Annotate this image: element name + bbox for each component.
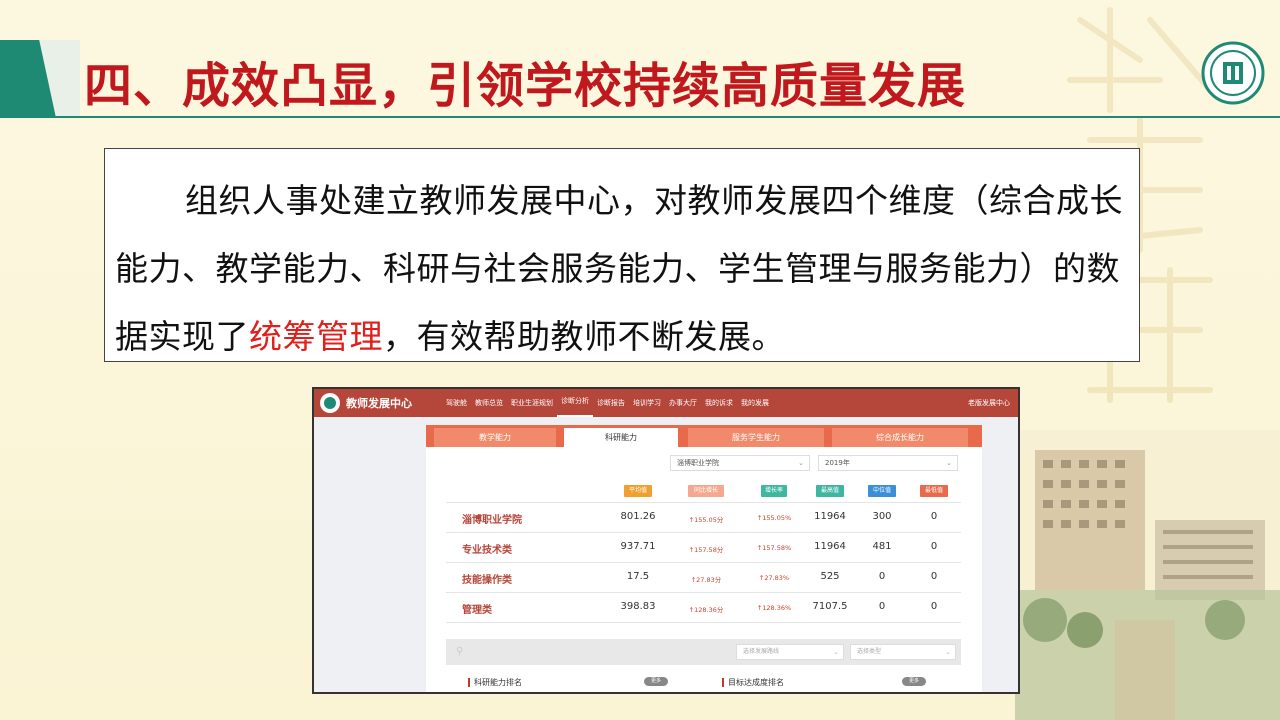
development-route-select[interactable]: 选择发展路线 ⌄ <box>736 644 844 660</box>
research-ranking-heading: 科研能力排名 <box>468 677 522 688</box>
cell-growth-rate: ↑157.58% <box>756 544 792 552</box>
app-brand[interactable]: 教师发展中心 <box>314 393 442 413</box>
cell-growth-rate: ↑128.36% <box>756 604 792 612</box>
paragraph-highlight: 统筹管理 <box>249 317 383 356</box>
summary-textbox: 组织人事处建立教师发展中心，对教师发展四个维度（综合成长能力、教学能力、科研与社… <box>104 148 1140 362</box>
row-name[interactable]: 技能操作类 <box>462 571 512 586</box>
chevron-down-icon: ⌄ <box>798 459 804 467</box>
cell-max: 525 <box>820 571 840 582</box>
year-select-value: 2019年 <box>825 459 850 467</box>
type-placeholder: 选择类型 <box>857 648 882 655</box>
app-topbar: 教师发展中心 驾驶舱 教师总览 职业生涯规划 诊断分析 诊断报告 培训学习 办事… <box>314 389 1018 417</box>
cell-max: 11964 <box>814 511 846 522</box>
embedded-screenshot: 教师发展中心 驾驶舱 教师总览 职业生涯规划 诊断分析 诊断报告 培训学习 办事… <box>312 387 1020 694</box>
cell-growth-rate: ↑27.83% <box>758 574 790 582</box>
ability-tabs: 教学能力 科研能力 服务学生能力 综合成长能力 <box>426 425 982 447</box>
header-median: 中位值 <box>868 485 896 497</box>
paragraph-text-after: ，有效帮助教师不断发展。 <box>383 317 785 356</box>
cell-average: 17.5 <box>626 571 650 582</box>
cell-average: 398.83 <box>620 601 656 612</box>
row-divider <box>446 562 961 563</box>
chevron-down-icon: ⌄ <box>833 648 839 656</box>
cell-yoy: ↑157.58分 <box>688 546 724 554</box>
row-divider <box>446 502 961 503</box>
app-nav: 驾驶舱 教师总览 职业生涯规划 诊断分析 诊断报告 培训学习 办事大厅 我的诉求… <box>442 389 773 417</box>
cell-median: 300 <box>872 511 892 522</box>
cell-average: 801.26 <box>620 511 656 522</box>
header-max: 最高值 <box>816 485 844 497</box>
cell-yoy: ↑155.05分 <box>688 516 724 524</box>
analysis-panel: 教学能力 科研能力 服务学生能力 综合成长能力 淄博职业学院 ⌄ 2019年 ⌄ 平… <box>426 425 982 692</box>
nav-item-career[interactable]: 职业生涯规划 <box>507 389 557 417</box>
slide-title: 四、成效凸显，引领学校持续高质量发展 <box>84 58 967 114</box>
nav-item-requests[interactable]: 我的诉求 <box>701 389 737 417</box>
nav-item-training[interactable]: 培训学习 <box>629 389 665 417</box>
cell-min: 0 <box>930 571 938 582</box>
cell-max: 7107.5 <box>812 601 848 612</box>
campus-photo <box>1015 430 1280 720</box>
cell-median: 481 <box>872 541 892 552</box>
cell-growth-rate: ↑155.05% <box>756 514 792 522</box>
row-name[interactable]: 专业技术类 <box>462 541 512 556</box>
row-divider <box>446 592 961 593</box>
chevron-down-icon: ⌄ <box>946 459 952 467</box>
nav-item-my-development[interactable]: 我的发展 <box>737 389 773 417</box>
header-divider <box>0 116 1280 118</box>
nav-item-cockpit[interactable]: 驾驶舱 <box>442 389 471 417</box>
app-brand-label: 教师发展中心 <box>346 397 412 410</box>
tab-student-service[interactable]: 服务学生能力 <box>688 428 824 447</box>
nav-item-report[interactable]: 诊断报告 <box>593 389 629 417</box>
more-button[interactable]: 更多 <box>902 677 926 686</box>
cell-median: 0 <box>878 571 886 582</box>
tab-teaching[interactable]: 教学能力 <box>434 428 556 447</box>
cell-yoy: ↑128.36分 <box>688 606 724 614</box>
school-logo <box>1201 41 1265 105</box>
school-select-value: 淄博职业学院 <box>677 459 719 467</box>
heading-bar <box>468 678 470 687</box>
header-average: 平均值 <box>624 485 652 497</box>
cell-min: 0 <box>930 511 938 522</box>
row-name[interactable]: 管理类 <box>462 601 492 616</box>
heading-bar <box>722 678 724 687</box>
filter-bar: ⚲ 选择发展路线 ⌄ 选择类型 ⌄ <box>446 639 961 665</box>
school-select[interactable]: 淄博职业学院 ⌄ <box>670 455 810 471</box>
more-button[interactable]: 更多 <box>644 677 668 686</box>
row-divider <box>446 622 961 623</box>
nav-item-service-hall[interactable]: 办事大厅 <box>665 389 701 417</box>
tab-research[interactable]: 科研能力 <box>564 428 678 447</box>
tab-comprehensive[interactable]: 综合成长能力 <box>832 428 968 447</box>
header-min: 最低值 <box>920 485 948 497</box>
cell-average: 937.71 <box>620 541 656 552</box>
header-growth-rate: 增长率 <box>761 485 787 497</box>
development-route-placeholder: 选择发展路线 <box>743 648 780 655</box>
chevron-down-icon: ⌄ <box>945 648 951 656</box>
row-divider <box>446 532 961 533</box>
goal-ranking-label: 目标达成度排名 <box>728 678 784 687</box>
old-version-link[interactable]: 老版发展中心 <box>968 398 1018 408</box>
app-logo-icon <box>320 393 340 413</box>
cell-min: 0 <box>930 541 938 552</box>
row-name[interactable]: 淄博职业学院 <box>462 511 522 526</box>
cell-median: 0 <box>878 601 886 612</box>
cell-yoy: ↑27.83分 <box>690 576 722 584</box>
summary-paragraph: 组织人事处建立教师发展中心，对教师发展四个维度（综合成长能力、教学能力、科研与社… <box>115 167 1129 371</box>
cell-min: 0 <box>930 601 938 612</box>
year-select[interactable]: 2019年 ⌄ <box>818 455 958 471</box>
header-yoy: 同比增长 <box>688 485 724 497</box>
type-select[interactable]: 选择类型 ⌄ <box>850 644 956 660</box>
nav-item-overview[interactable]: 教师总览 <box>471 389 507 417</box>
goal-ranking-heading: 目标达成度排名 <box>722 677 784 688</box>
people-icon: ⚲ <box>456 646 464 657</box>
cell-max: 11964 <box>814 541 846 552</box>
research-ranking-label: 科研能力排名 <box>474 678 522 687</box>
nav-item-diagnosis[interactable]: 诊断分析 <box>557 389 593 417</box>
slide: 四、成效凸显，引领学校持续高质量发展 组织人事处建立教师发展中心，对教师发展四个… <box>0 0 1280 720</box>
